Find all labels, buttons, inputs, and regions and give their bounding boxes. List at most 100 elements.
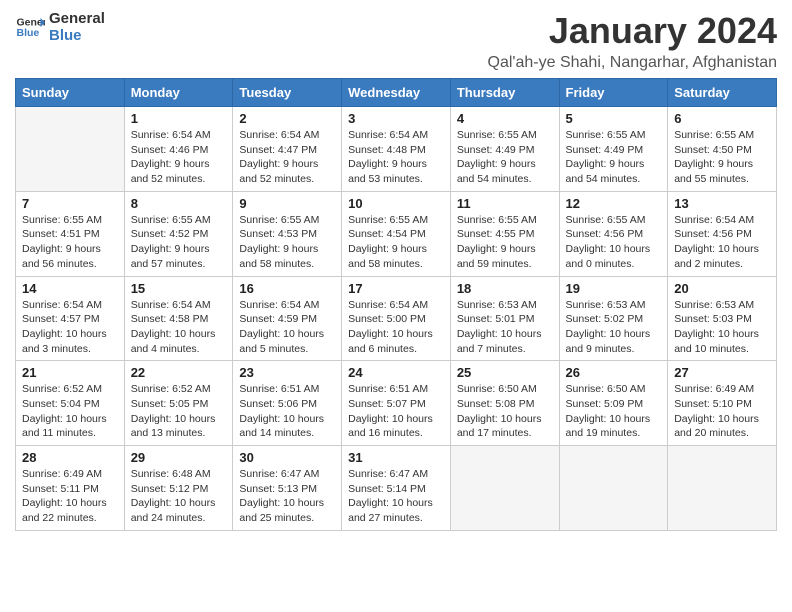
day-info: Sunrise: 6:55 AMSunset: 4:55 PMDaylight:… — [457, 213, 553, 272]
day-number: 5 — [566, 111, 662, 126]
calendar-cell: 22Sunrise: 6:52 AMSunset: 5:05 PMDayligh… — [124, 361, 233, 446]
weekday-header-tuesday: Tuesday — [233, 79, 342, 107]
calendar-cell: 6 Sunrise: 6:55 AMSunset: 4:50 PMDaylight… — [668, 107, 777, 192]
day-info: Sunrise: 6:52 AMSunset: 5:05 PMDaylight:… — [131, 382, 227, 441]
weekday-header-sunday: Sunday — [16, 79, 125, 107]
calendar-cell: 12 Sunrise: 6:55 AMSunset: 4:56 PMDayligh… — [559, 191, 668, 276]
calendar-cell: 10 Sunrise: 6:55 AMSunset: 4:54 PMDayligh… — [342, 191, 451, 276]
day-number: 21 — [22, 365, 118, 380]
day-info: Sunrise: 6:55 AMSunset: 4:51 PMDaylight:… — [22, 213, 118, 272]
calendar-cell: 7 Sunrise: 6:55 AMSunset: 4:51 PMDaylight… — [16, 191, 125, 276]
day-info: Sunrise: 6:50 AMSunset: 5:08 PMDaylight:… — [457, 382, 553, 441]
day-info: Sunrise: 6:55 AMSunset: 4:56 PMDaylight:… — [566, 213, 662, 272]
day-info: Sunrise: 6:55 AMSunset: 4:49 PMDaylight:… — [457, 128, 553, 187]
day-info: Sunrise: 6:49 AMSunset: 5:11 PMDaylight:… — [22, 467, 118, 526]
day-number: 8 — [131, 196, 227, 211]
day-number: 3 — [348, 111, 444, 126]
weekday-header-saturday: Saturday — [668, 79, 777, 107]
day-info: Sunrise: 6:54 AMSunset: 4:56 PMDaylight:… — [674, 213, 770, 272]
week-row-4: 21 Sunrise: 6:52 AMSunset: 5:04 PMDayligh… — [16, 361, 777, 446]
day-info: Sunrise: 6:52 AMSunset: 5:04 PMDaylight:… — [22, 382, 118, 441]
day-info: Sunrise: 6:53 AMSunset: 5:03 PMDaylight:… — [674, 298, 770, 357]
calendar-cell: 27 Sunrise: 6:49 AMSunset: 5:10 PMDayligh… — [668, 361, 777, 446]
day-info: Sunrise: 6:48 AMSunset: 5:12 PMDaylight:… — [131, 467, 227, 526]
weekday-header-row: SundayMondayTuesdayWednesdayThursdayFrid… — [16, 79, 777, 107]
weekday-header-wednesday: Wednesday — [342, 79, 451, 107]
calendar-cell: 1Sunrise: 6:54 AMSunset: 4:46 PMDaylight… — [124, 107, 233, 192]
day-number: 28 — [22, 450, 118, 465]
week-row-1: 1Sunrise: 6:54 AMSunset: 4:46 PMDaylight… — [16, 107, 777, 192]
day-info: Sunrise: 6:54 AMSunset: 4:47 PMDaylight:… — [239, 128, 335, 187]
logo-blue: Blue — [49, 27, 105, 44]
day-number: 12 — [566, 196, 662, 211]
day-info: Sunrise: 6:55 AMSunset: 4:49 PMDaylight:… — [566, 128, 662, 187]
calendar-cell — [16, 107, 125, 192]
day-number: 9 — [239, 196, 335, 211]
day-number: 30 — [239, 450, 335, 465]
day-number: 19 — [566, 281, 662, 296]
calendar-cell: 28 Sunrise: 6:49 AMSunset: 5:11 PMDayligh… — [16, 446, 125, 531]
calendar-cell: 4 Sunrise: 6:55 AMSunset: 4:49 PMDaylight… — [450, 107, 559, 192]
calendar-cell — [668, 446, 777, 531]
calendar-cell — [450, 446, 559, 531]
week-row-2: 7 Sunrise: 6:55 AMSunset: 4:51 PMDaylight… — [16, 191, 777, 276]
day-info: Sunrise: 6:53 AMSunset: 5:02 PMDaylight:… — [566, 298, 662, 357]
day-info: Sunrise: 6:54 AMSunset: 4:57 PMDaylight:… — [22, 298, 118, 357]
calendar-cell: 30 Sunrise: 6:47 AMSunset: 5:13 PMDayligh… — [233, 446, 342, 531]
calendar-cell: 24 Sunrise: 6:51 AMSunset: 5:07 PMDayligh… — [342, 361, 451, 446]
day-info: Sunrise: 6:54 AMSunset: 4:46 PMDaylight:… — [131, 128, 227, 187]
day-info: Sunrise: 6:55 AMSunset: 4:50 PMDaylight:… — [674, 128, 770, 187]
calendar-cell: 29Sunrise: 6:48 AMSunset: 5:12 PMDayligh… — [124, 446, 233, 531]
calendar-cell: 3 Sunrise: 6:54 AMSunset: 4:48 PMDaylight… — [342, 107, 451, 192]
day-info: Sunrise: 6:53 AMSunset: 5:01 PMDaylight:… — [457, 298, 553, 357]
day-number: 24 — [348, 365, 444, 380]
weekday-header-monday: Monday — [124, 79, 233, 107]
day-number: 13 — [674, 196, 770, 211]
day-number: 26 — [566, 365, 662, 380]
day-number: 6 — [674, 111, 770, 126]
day-number: 15 — [131, 281, 227, 296]
calendar-cell: 23Sunrise: 6:51 AMSunset: 5:06 PMDayligh… — [233, 361, 342, 446]
day-number: 31 — [348, 450, 444, 465]
calendar-table: SundayMondayTuesdayWednesdayThursdayFrid… — [15, 78, 777, 531]
day-info: Sunrise: 6:55 AMSunset: 4:53 PMDaylight:… — [239, 213, 335, 272]
day-number: 16 — [239, 281, 335, 296]
day-info: Sunrise: 6:54 AMSunset: 4:58 PMDaylight:… — [131, 298, 227, 357]
calendar-cell — [559, 446, 668, 531]
page-header: General Blue General Blue January 2024 Q… — [15, 10, 777, 72]
day-number: 10 — [348, 196, 444, 211]
day-info: Sunrise: 6:55 AMSunset: 4:52 PMDaylight:… — [131, 213, 227, 272]
day-number: 4 — [457, 111, 553, 126]
day-info: Sunrise: 6:54 AMSunset: 4:48 PMDaylight:… — [348, 128, 444, 187]
day-info: Sunrise: 6:55 AMSunset: 4:54 PMDaylight:… — [348, 213, 444, 272]
day-info: Sunrise: 6:54 AMSunset: 4:59 PMDaylight:… — [239, 298, 335, 357]
calendar-cell: 17Sunrise: 6:54 AMSunset: 5:00 PMDayligh… — [342, 276, 451, 361]
day-info: Sunrise: 6:50 AMSunset: 5:09 PMDaylight:… — [566, 382, 662, 441]
title-section: January 2024 Qal'ah-ye Shahi, Nangarhar,… — [488, 10, 777, 72]
day-info: Sunrise: 6:51 AMSunset: 5:06 PMDaylight:… — [239, 382, 335, 441]
svg-text:Blue: Blue — [17, 27, 40, 39]
calendar-cell: 16 Sunrise: 6:54 AMSunset: 4:59 PMDayligh… — [233, 276, 342, 361]
day-number: 20 — [674, 281, 770, 296]
day-number: 17 — [348, 281, 444, 296]
day-number: 7 — [22, 196, 118, 211]
day-info: Sunrise: 6:51 AMSunset: 5:07 PMDaylight:… — [348, 382, 444, 441]
day-number: 27 — [674, 365, 770, 380]
calendar-cell: 18 Sunrise: 6:53 AMSunset: 5:01 PMDayligh… — [450, 276, 559, 361]
calendar-cell: 5 Sunrise: 6:55 AMSunset: 4:49 PMDaylight… — [559, 107, 668, 192]
day-info: Sunrise: 6:47 AMSunset: 5:14 PMDaylight:… — [348, 467, 444, 526]
day-number: 18 — [457, 281, 553, 296]
calendar-cell: 21 Sunrise: 6:52 AMSunset: 5:04 PMDayligh… — [16, 361, 125, 446]
calendar-cell: 9 Sunrise: 6:55 AMSunset: 4:53 PMDaylight… — [233, 191, 342, 276]
day-info: Sunrise: 6:47 AMSunset: 5:13 PMDaylight:… — [239, 467, 335, 526]
calendar-cell: 11 Sunrise: 6:55 AMSunset: 4:55 PMDayligh… — [450, 191, 559, 276]
calendar-cell: 15 Sunrise: 6:54 AMSunset: 4:58 PMDayligh… — [124, 276, 233, 361]
week-row-5: 28 Sunrise: 6:49 AMSunset: 5:11 PMDayligh… — [16, 446, 777, 531]
logo-icon: General Blue — [15, 12, 45, 42]
day-info: Sunrise: 6:49 AMSunset: 5:10 PMDaylight:… — [674, 382, 770, 441]
calendar-cell: 25Sunrise: 6:50 AMSunset: 5:08 PMDayligh… — [450, 361, 559, 446]
calendar-cell: 13 Sunrise: 6:54 AMSunset: 4:56 PMDayligh… — [668, 191, 777, 276]
day-number: 11 — [457, 196, 553, 211]
calendar-cell: 19 Sunrise: 6:53 AMSunset: 5:02 PMDayligh… — [559, 276, 668, 361]
calendar-cell: 8 Sunrise: 6:55 AMSunset: 4:52 PMDaylight… — [124, 191, 233, 276]
